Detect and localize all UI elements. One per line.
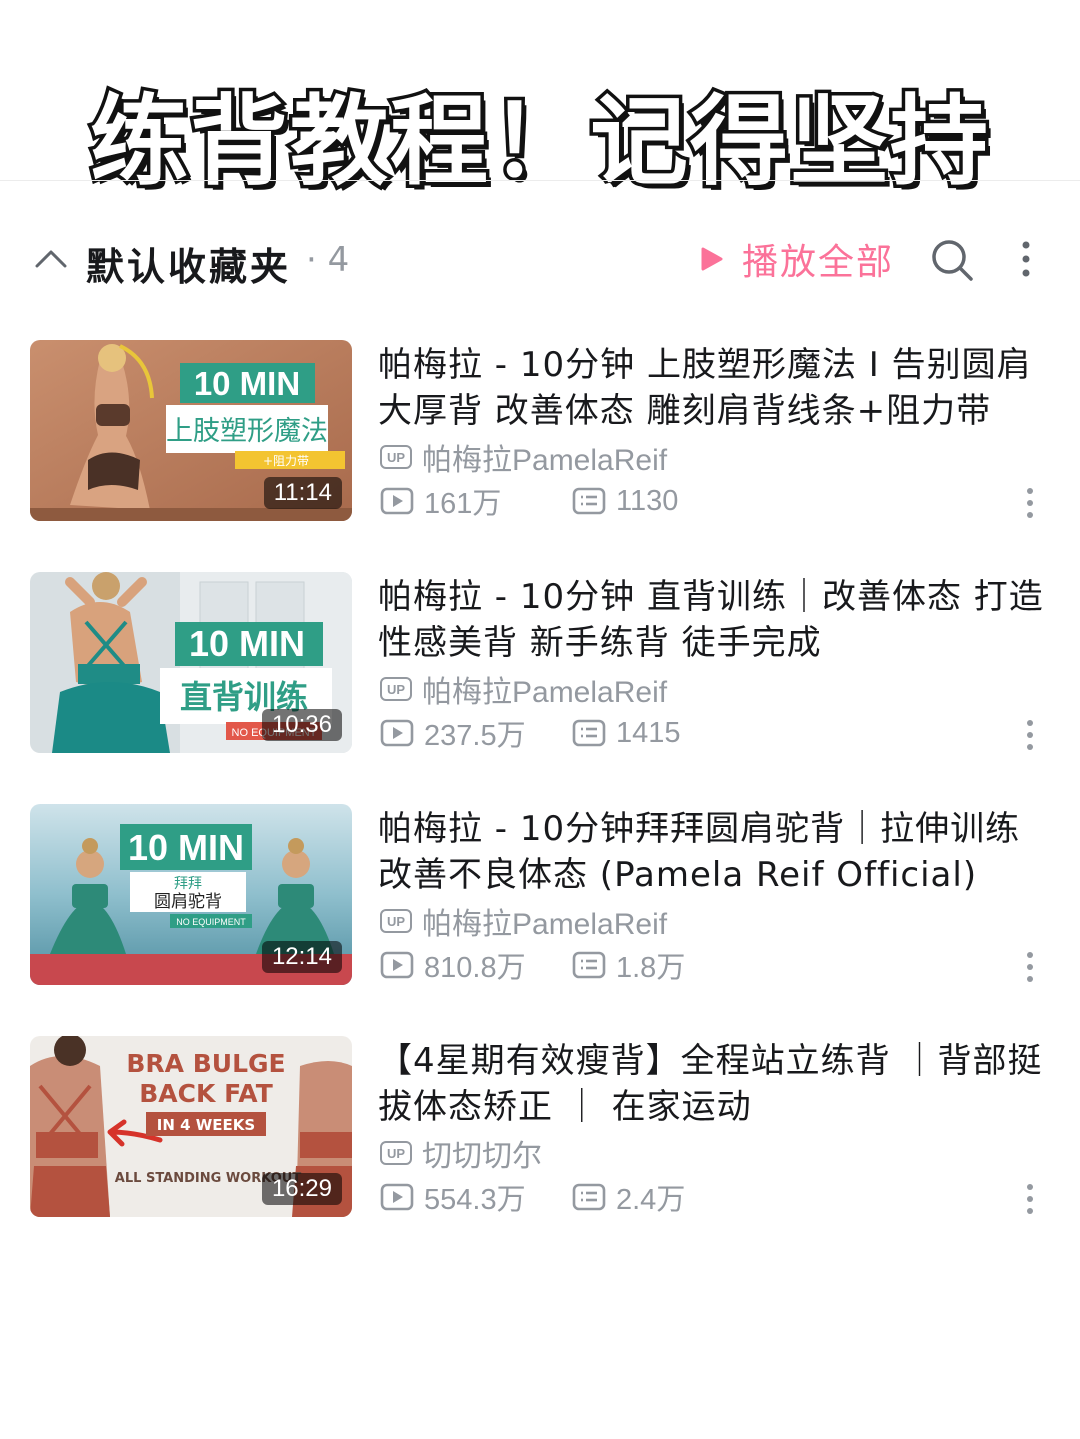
play-all-label: 播放全部	[742, 242, 895, 283]
play-count-icon	[380, 719, 414, 747]
danmaku-count: 1415	[572, 716, 681, 750]
video-title[interactable]: 帕梅拉 - 10分钟 直背训练｜改善体态 打造性感美背 新手练背 徒手完成	[378, 574, 1048, 666]
video-item[interactable]: 10 MIN 拜拜 圆肩驼背 NO EQUIPMENT 12:14 帕梅拉 - …	[0, 804, 1080, 986]
play-count-icon	[380, 951, 414, 979]
video-item[interactable]: BRA BULGE BACK FAT IN 4 WEEKS ALL STANDI…	[0, 1036, 1080, 1218]
video-stats: 161万 1130	[380, 484, 1050, 520]
folder-header: 默认收藏夹 · 4 播放全部	[0, 228, 1080, 294]
thumb-text-3: IN 4 WEEKS	[157, 1116, 255, 1134]
danmaku-count-value: 1415	[616, 716, 681, 749]
up-badge-icon: UP	[380, 1141, 412, 1165]
play-count-icon	[380, 487, 414, 515]
video-item[interactable]: 10 MIN 上肢塑形魔法 +阻力带 11:14 帕梅拉 - 10分钟 上肢塑形…	[0, 340, 1080, 522]
video-thumbnail[interactable]: 10 MIN 拜拜 圆肩驼背 NO EQUIPMENT 12:14	[30, 804, 352, 985]
play-all-button[interactable]: 播放全部	[700, 234, 894, 284]
danmaku-icon	[572, 1183, 606, 1211]
up-badge-icon: UP	[380, 909, 412, 933]
more-vertical-icon[interactable]	[1022, 718, 1038, 752]
video-item[interactable]: 10 MIN 直背训练 NO EQUIPMENT 10:36 帕梅拉 - 10分…	[0, 572, 1080, 754]
video-duration: 12:14	[261, 941, 342, 973]
thumb-tag: NO EQUIPMENT	[176, 917, 246, 927]
play-count: 237.5万	[380, 716, 526, 752]
video-stats: 237.5万 1415	[380, 716, 1050, 752]
video-thumbnail[interactable]: BRA BULGE BACK FAT IN 4 WEEKS ALL STANDI…	[30, 1036, 352, 1217]
search-icon[interactable]	[930, 238, 974, 282]
play-count: 161万	[380, 484, 501, 520]
more-vertical-icon[interactable]	[1022, 1182, 1038, 1216]
danmaku-count: 2.4万	[572, 1180, 685, 1216]
play-count-value: 161万	[424, 488, 502, 520]
video-thumbnail[interactable]: 10 MIN 直背训练 NO EQUIPMENT 10:36	[30, 572, 352, 753]
play-count-value: 554.3万	[424, 1184, 526, 1216]
play-count: 554.3万	[380, 1180, 526, 1216]
up-badge-icon: UP	[380, 677, 412, 701]
danmaku-count: 1130	[572, 484, 678, 518]
uploader[interactable]: UP 帕梅拉PamelaReif	[380, 442, 667, 477]
video-stats: 554.3万 2.4万	[380, 1180, 1050, 1216]
chevron-up-icon[interactable]	[34, 242, 68, 272]
folder-name[interactable]: 默认收藏夹	[86, 236, 291, 291]
danmaku-count-value: 1.8万	[616, 952, 686, 984]
folder-count: · 4	[306, 240, 350, 280]
uploader[interactable]: UP 帕梅拉PamelaReif	[380, 674, 667, 709]
thumb-text-1: 10 MIN	[189, 623, 305, 664]
up-badge-icon: UP	[380, 445, 412, 469]
danmaku-count: 1.8万	[572, 948, 685, 984]
uploader[interactable]: UP 帕梅拉PamelaReif	[380, 906, 667, 941]
thumb-text-2: 拜拜	[174, 876, 202, 892]
more-vertical-icon[interactable]	[1022, 486, 1038, 520]
danmaku-count-value: 1130	[616, 484, 679, 517]
divider	[0, 180, 1080, 181]
play-count: 810.8万	[380, 948, 526, 984]
video-thumbnail[interactable]: 10 MIN 上肢塑形魔法 +阻力带 11:14	[30, 340, 352, 521]
thumb-tag: +阻力带	[263, 454, 309, 468]
video-duration: 16:29	[261, 1173, 342, 1205]
video-title[interactable]: 帕梅拉 - 10分钟拜拜圆肩驼背｜拉伸训练 改善不良体态 (Pamela Rei…	[378, 806, 1048, 898]
video-title[interactable]: 帕梅拉 - 10分钟 上肢塑形魔法 I 告别圆肩大厚背 改善体态 雕刻肩背线条+…	[378, 342, 1048, 434]
thumb-text-1: 10 MIN	[128, 827, 244, 868]
play-triangle-icon	[701, 247, 723, 271]
thumb-text-2: BACK FAT	[139, 1079, 273, 1108]
video-duration: 11:14	[263, 477, 342, 509]
thumb-text-3: 圆肩驼背	[154, 892, 222, 912]
danmaku-count-value: 2.4万	[616, 1184, 686, 1216]
uploader-name: 帕梅拉PamelaReif	[422, 908, 668, 941]
uploader-name: 帕梅拉PamelaReif	[422, 676, 668, 709]
danmaku-icon	[572, 951, 606, 979]
thumb-text-2: 上肢塑形魔法	[166, 416, 328, 447]
video-stats: 810.8万 1.8万	[380, 948, 1050, 984]
uploader[interactable]: UP 切切切尔	[380, 1138, 542, 1173]
video-duration: 10:36	[261, 709, 342, 741]
play-count-value: 237.5万	[424, 720, 526, 752]
thumb-text-1: BRA BULGE	[126, 1049, 285, 1078]
banner-title: 练背教程！记得坚持	[86, 82, 991, 203]
thumb-text-1: 10 MIN	[194, 365, 300, 402]
uploader-name: 切切切尔	[422, 1140, 542, 1173]
play-count-value: 810.8万	[424, 952, 526, 984]
danmaku-icon	[572, 487, 606, 515]
more-vertical-icon[interactable]	[1022, 950, 1038, 984]
uploader-name: 帕梅拉PamelaReif	[422, 444, 668, 477]
video-title[interactable]: 【4星期有效瘦背】全程站立练背 ｜背部挺拔体态矫正 ｜ 在家运动	[378, 1038, 1048, 1130]
play-count-icon	[380, 1183, 414, 1211]
more-vertical-icon[interactable]	[1016, 240, 1036, 280]
danmaku-icon	[572, 719, 606, 747]
